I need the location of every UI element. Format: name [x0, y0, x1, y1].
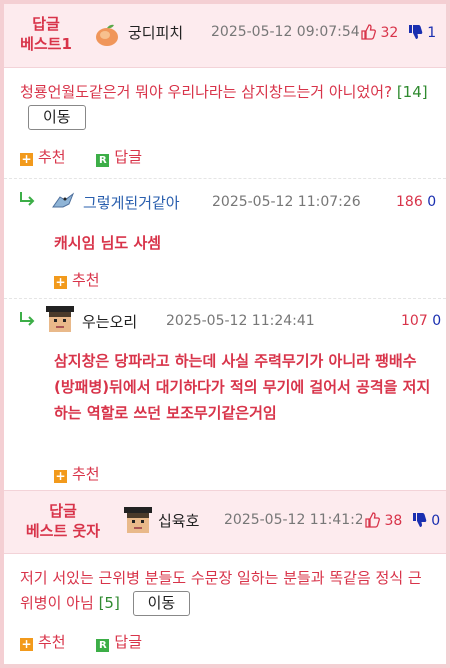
- recommend-label: 추천: [72, 465, 100, 483]
- recommend-button[interactable]: + 추천: [20, 148, 70, 166]
- comment-date: 2025-05-12 09:07:54: [211, 24, 360, 40]
- divider: [4, 178, 446, 179]
- comment-actions: + 추천 R 답글: [20, 631, 142, 652]
- vote-counts: 107 0: [401, 313, 441, 329]
- reply-icon: R: [96, 154, 110, 167]
- reply-button[interactable]: R 답글: [96, 148, 142, 167]
- comment-date: 2025-05-12 11:07:26: [212, 194, 361, 210]
- comment-date: 2025-05-12 11:41:28: [224, 512, 362, 528]
- upvote-count: 32: [380, 25, 399, 41]
- pixel-face-avatar-icon: [124, 507, 152, 533]
- best-badge-line1: 답글: [49, 502, 77, 520]
- reply-icon: R: [96, 639, 110, 652]
- recommend-button[interactable]: + 추천: [54, 463, 100, 484]
- reply-label: 답글: [114, 148, 142, 166]
- downvote-count: 1: [427, 25, 437, 41]
- peach-avatar-icon: [96, 24, 118, 46]
- best-badge-line2: 베스트 웃자: [25, 522, 101, 540]
- comment-actions: + 추천 R 답글: [20, 146, 142, 167]
- reply-label: 답글: [114, 633, 142, 651]
- bird-avatar-icon: [52, 192, 75, 208]
- plus-icon: +: [54, 469, 67, 483]
- comment-text: 청룡언월도같은거 뭐야 우리나라는 삼지창드는거 아니었어?: [20, 83, 393, 101]
- recommend-label: 추천: [38, 633, 66, 651]
- vote-counts: 38 0: [364, 512, 440, 529]
- comment-text: 삼지창은 당파라고 하는데 사실 주력무기가 아니라 팽배수(방패병)뒤에서 대…: [54, 352, 431, 422]
- thumbs-down-icon[interactable]: [407, 24, 423, 40]
- plus-icon: +: [20, 637, 33, 651]
- upvote-count: 186: [396, 194, 423, 210]
- pixel-face-avatar-icon: [46, 306, 74, 332]
- best-badge-line2: 베스트1: [20, 35, 72, 53]
- upvote-count: 38: [384, 513, 403, 529]
- recommend-button[interactable]: + 추천: [20, 633, 70, 651]
- move-button[interactable]: 이동: [28, 105, 86, 130]
- comment-author[interactable]: 우는오리: [82, 311, 137, 332]
- recommend-button[interactable]: + 추천: [54, 269, 100, 290]
- thumbs-up-icon[interactable]: [360, 24, 376, 40]
- plus-icon: +: [54, 275, 67, 289]
- thumbs-down-icon[interactable]: [411, 512, 427, 528]
- thumbs-up-icon[interactable]: [364, 512, 380, 528]
- comment-date: 2025-05-12 11:24:41: [166, 313, 315, 329]
- divider: [4, 298, 446, 299]
- best-comment-header: 답글 베스트 웃자 십육호 2025-05-12 11:41:28 38 0: [4, 490, 446, 554]
- reply-arrow-icon: [20, 312, 35, 326]
- move-button[interactable]: 이동: [132, 591, 191, 616]
- reply-arrow-icon: [20, 192, 35, 206]
- comment-author[interactable]: 십육호: [158, 510, 199, 531]
- reply-count: [5]: [98, 594, 120, 612]
- downvote-count: 0: [427, 194, 437, 210]
- downvote-count: 0: [431, 513, 441, 529]
- recommend-label: 추천: [72, 271, 100, 289]
- reply-count: [14]: [396, 83, 428, 101]
- upvote-count: 107: [401, 313, 428, 329]
- reply-button[interactable]: R 답글: [96, 633, 142, 652]
- comment-text: 저기 서있는 근위병 분들도 수문장 일하는 분들과 똑같음 정식 근위병이 아…: [20, 569, 422, 612]
- comment-author[interactable]: 그렇게된거같아: [83, 192, 180, 213]
- vote-counts: 32 1: [360, 24, 436, 41]
- downvote-count: 0: [432, 313, 442, 329]
- best-comment-header: 답글 베스트1 궁디피치 2025-05-12 09:07:54 32 1: [4, 4, 446, 68]
- comment-author[interactable]: 궁디피치: [128, 22, 183, 43]
- best-badge-line1: 답글: [32, 15, 60, 33]
- comment-text: 캐시임 님도 사셈: [54, 234, 162, 252]
- recommend-label: 추천: [38, 148, 66, 166]
- best-badge: 답글 베스트 웃자: [8, 501, 118, 541]
- vote-counts: 186 0: [396, 194, 436, 210]
- plus-icon: +: [20, 152, 33, 166]
- best-comments-panel: 답글 베스트1 궁디피치 2025-05-12 09:07:54 32 1 청룡…: [0, 0, 450, 668]
- comment-body: 청룡언월도같은거 뭐야 우리나라는 삼지창드는거 아니었어? [14] 이동: [20, 80, 432, 130]
- comment-body: 저기 서있는 근위병 분들도 수문장 일하는 분들과 똑같음 정식 근위병이 아…: [20, 566, 432, 616]
- best-badge: 답글 베스트1: [12, 14, 80, 54]
